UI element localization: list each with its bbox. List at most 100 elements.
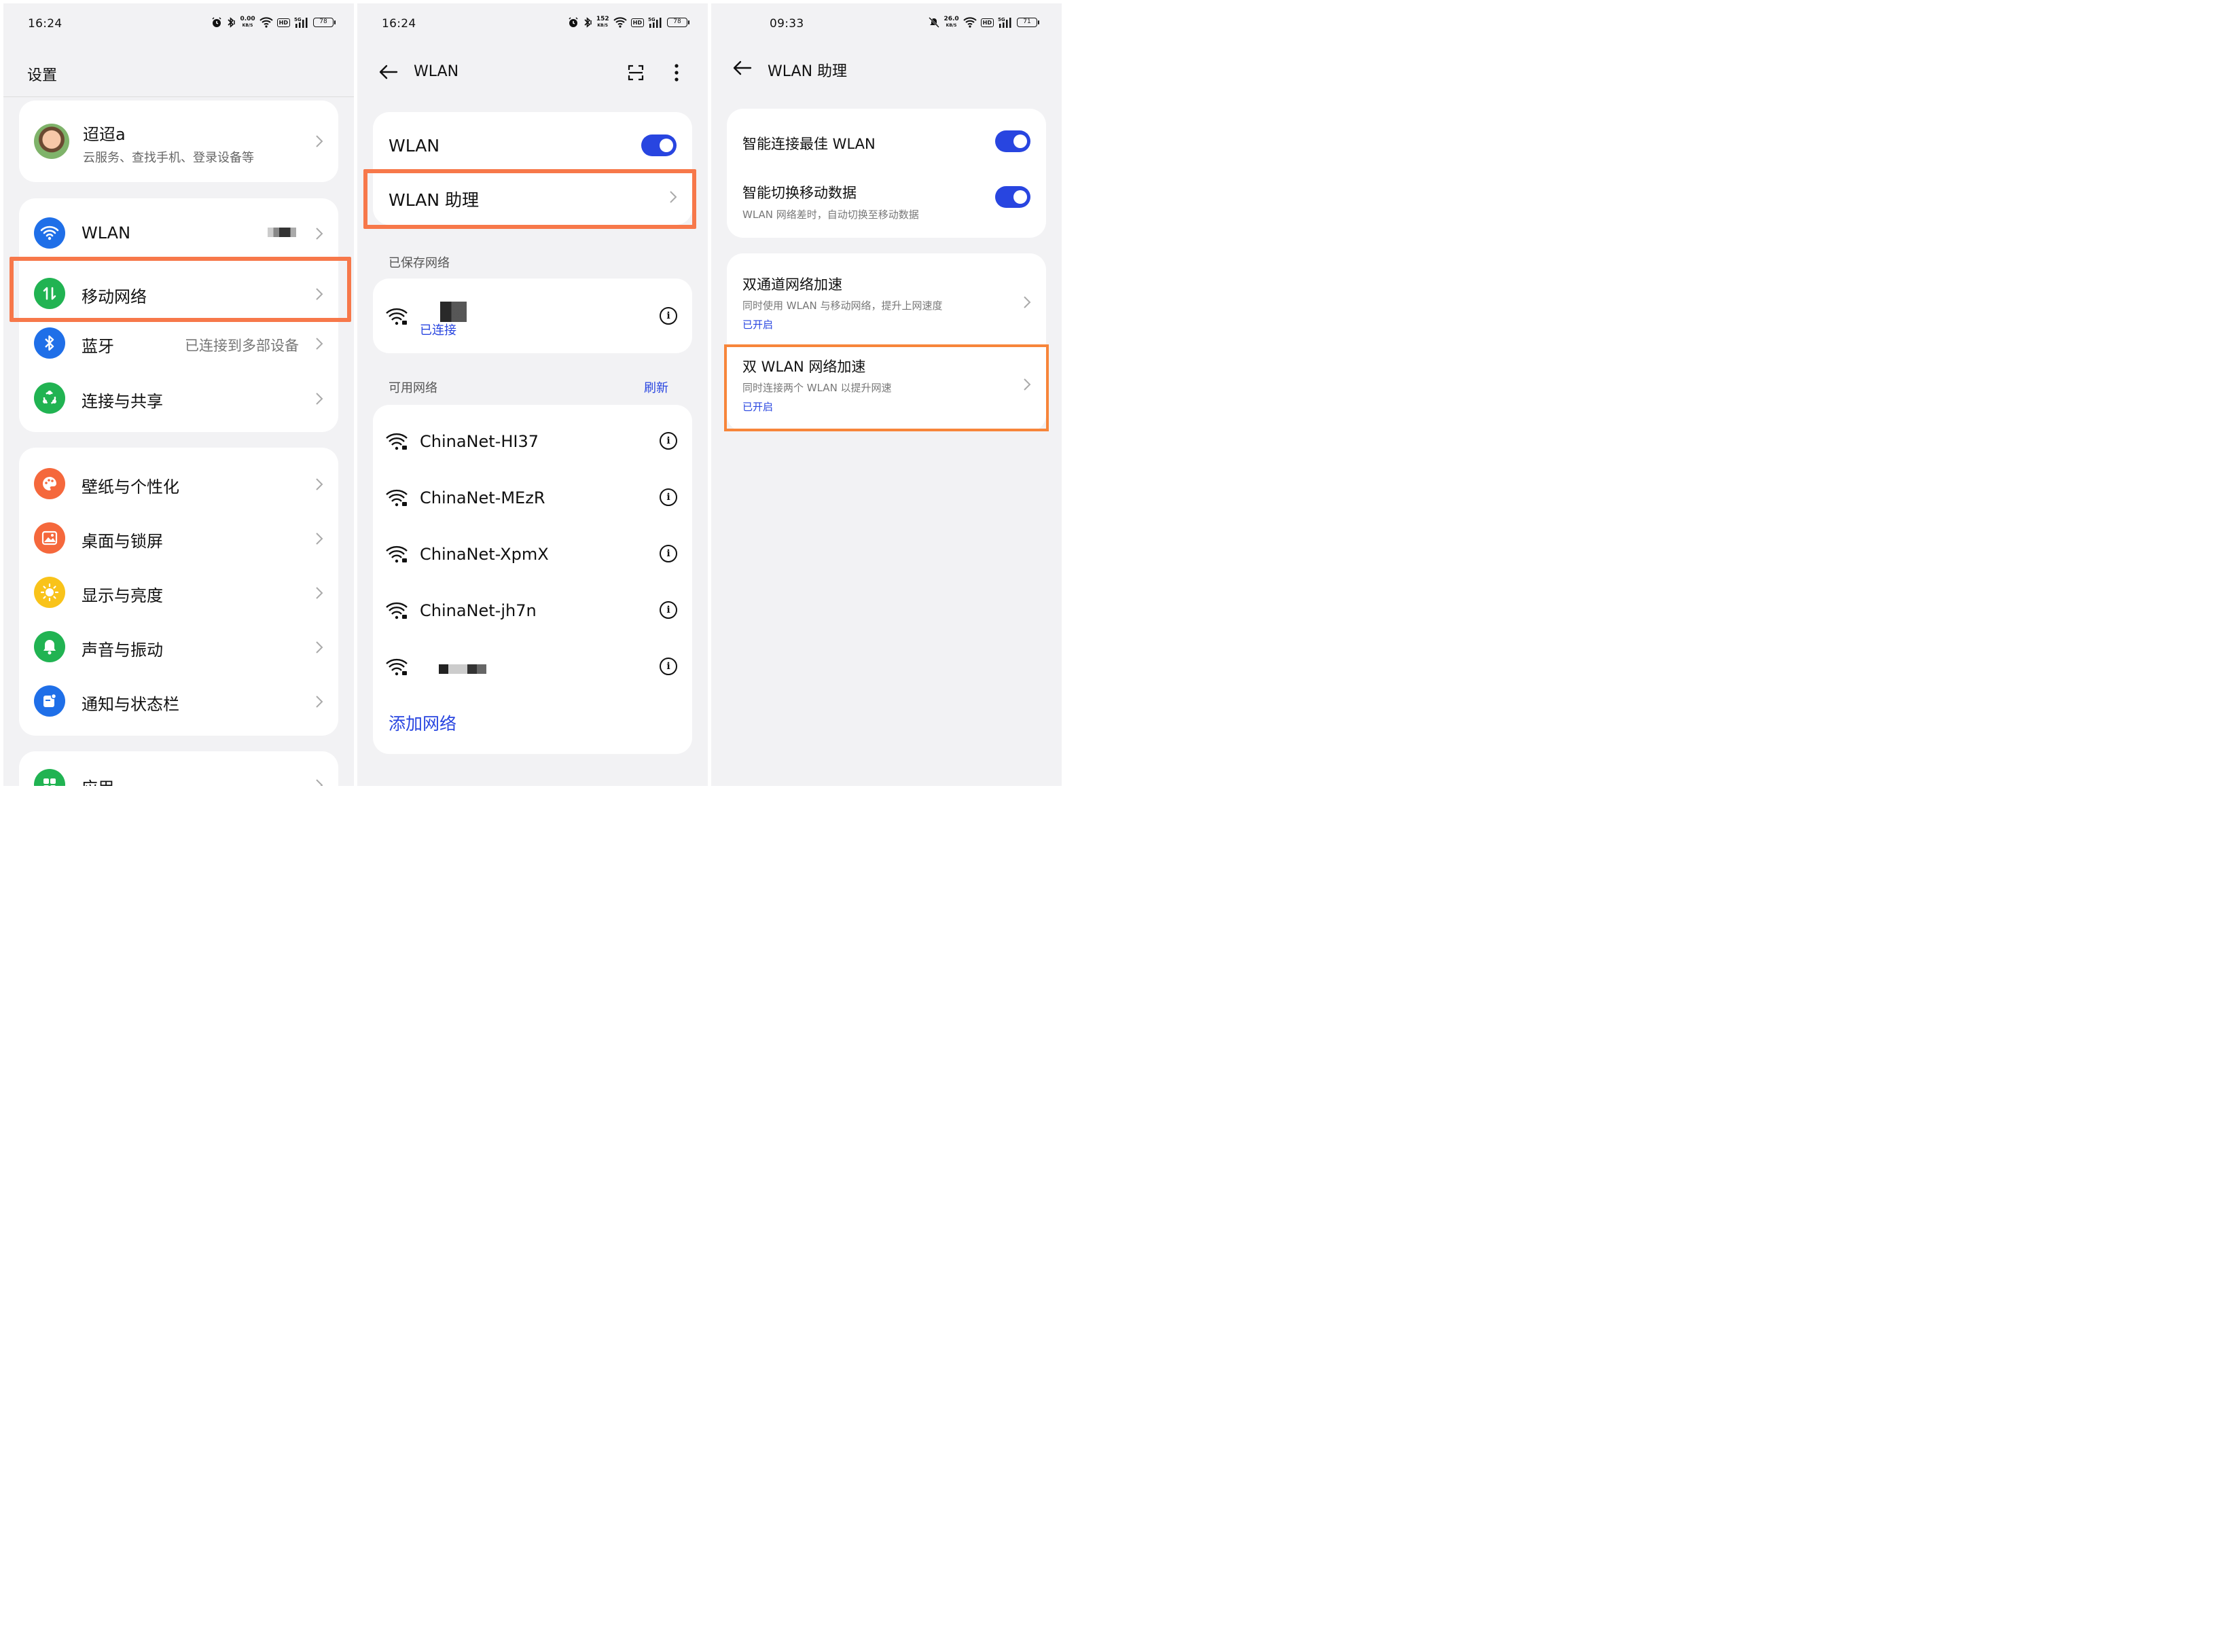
smart-switch-row[interactable]: 智能切换移动数据 WLAN 网络差时，自动切换至移动数据 [727,170,1046,238]
status-time: 16:24 [382,17,416,31]
dual-channel-row[interactable]: 双通道网络加速 同时使用 WLAN 与移动网络，提升上网速度 已开启 [727,253,1046,342]
home-lockscreen-label: 桌面与锁屏 [82,532,163,551]
palette-icon [34,468,65,499]
account-name: 迢迢a [83,125,126,144]
settings-item-notifications[interactable]: 通知与状态栏 [19,673,338,728]
back-arrow-icon[interactable] [379,65,398,79]
wifi-status-icon [613,17,627,28]
chevron-right-icon [315,778,323,786]
personalization-group: 壁纸与个性化 桌面与锁屏 显示与亮度 声音与振动 通知与状态栏 [19,448,338,736]
status-time: 09:33 [770,17,804,31]
available-networks-header: 可用网络 [389,381,437,395]
signal-icon: 5G [648,17,662,28]
info-icon[interactable]: i [660,601,677,619]
share-icon [34,382,65,414]
status-icons: 26.0 KB/S HD 5G 71 [929,16,1039,29]
saved-network-name-redacted [429,302,467,322]
available-networks-card: ChinaNet-HI37 i ChinaNet-MEzR i ChinaNet… [373,405,692,754]
title-divider [3,96,354,97]
alarm-icon [569,17,578,27]
account-subtitle: 云服务、查找手机、登录设备等 [83,151,254,165]
network-item[interactable]: i [373,640,692,696]
wifi-lock-icon [386,308,408,325]
info-icon[interactable]: i [660,307,677,325]
scan-icon[interactable] [628,65,644,81]
signal-icon: 5G [998,17,1011,28]
dual-channel-status: 已开启 [742,319,774,331]
wlan-toggle-label: WLAN [389,136,440,156]
add-network-button[interactable]: 添加网络 [389,711,456,735]
chevron-right-icon [315,337,323,351]
signal-icon: 5G [294,17,308,28]
status-icons: 0.00 KB/S HD 5G 78 [211,16,336,29]
settings-item-wallpaper[interactable]: 壁纸与个性化 [19,456,338,510]
info-icon[interactable]: i [660,658,677,675]
status-bar: 16:24 0.00 KB/S HD 5G 78 [3,3,354,44]
bluetooth-label: 蓝牙 [82,337,114,356]
refresh-button[interactable]: 刷新 [644,378,668,396]
saved-network-card[interactable]: 已连接 i [373,279,692,353]
network-speed: 26.0 KB/S [944,16,959,29]
sound-label: 声音与振动 [82,641,163,660]
smart-settings-card: 智能连接最佳 WLAN 智能切换移动数据 WLAN 网络差时，自动切换至移动数据 [727,109,1046,238]
smart-connect-label: 智能连接最佳 WLAN [742,136,876,152]
network-item[interactable]: ChinaNet-jh7n i [373,583,692,640]
connection-sharing-label: 连接与共享 [82,392,163,411]
wlan-value-redacted [268,228,296,237]
wlan-toggle[interactable] [641,134,677,156]
apps-icon [34,769,65,786]
settings-item-connection-sharing[interactable]: 连接与共享 [19,376,338,432]
smart-switch-label: 智能切换移动数据 [742,185,857,201]
settings-item-bluetooth[interactable]: 蓝牙 已连接到多部设备 [19,321,338,376]
highlight-mobile-network [10,257,351,322]
network-name: ChinaNet-jh7n [420,601,537,620]
page-title: WLAN [414,63,459,80]
notification-icon [34,685,65,717]
info-icon[interactable]: i [660,488,677,506]
bluetooth-icon [34,327,65,359]
network-item[interactable]: ChinaNet-MEzR i [373,471,692,527]
settings-item-apps[interactable]: 应用 [19,751,338,786]
hd-badge: HD [276,18,290,27]
wifi-lock-icon [386,658,408,676]
highlight-dual-wlan [724,344,1049,431]
account-card[interactable]: 迢迢a 云服务、查找手机、登录设备等 [19,101,338,182]
smart-connect-row[interactable]: 智能连接最佳 WLAN [727,109,1046,170]
chevron-right-icon [315,641,323,654]
more-options-icon[interactable] [672,63,681,82]
network-item[interactable]: ChinaNet-HI37 i [373,414,692,471]
settings-item-display[interactable]: 显示与亮度 [19,564,338,619]
smart-switch-toggle[interactable] [995,186,1030,208]
network-item[interactable]: ChinaNet-XpmX i [373,527,692,583]
chevron-right-icon [315,134,323,148]
smart-connect-toggle[interactable] [995,130,1030,152]
page-title: 设置 [27,67,58,84]
sun-icon [34,577,65,608]
bell-icon [34,631,65,662]
settings-item-sound[interactable]: 声音与振动 [19,619,338,673]
network-name: ChinaNet-MEzR [420,488,545,507]
bluetooth-status-icon [228,17,236,28]
smart-switch-subtitle: WLAN 网络差时，自动切换至移动数据 [742,209,919,221]
network-speed: 152 KB/S [596,16,609,29]
wifi-status-icon [963,17,977,28]
wifi-lock-icon [386,433,408,450]
network-name: ChinaNet-XpmX [420,545,549,564]
svg-text:5G: 5G [648,17,655,22]
chevron-right-icon [315,392,323,406]
bluetooth-status-icon [584,17,592,28]
dual-channel-title: 双通道网络加速 [742,276,842,293]
wlan-label: WLAN [82,223,131,243]
saved-networks-header: 已保存网络 [389,256,450,270]
chevron-right-icon [315,478,323,491]
back-arrow-icon[interactable] [733,60,752,75]
apps-group: 应用 [19,751,338,786]
wifi-status-icon [259,17,273,28]
battery-indicator: 78 [313,18,336,27]
wifi-lock-icon [386,489,408,507]
settings-item-home-lockscreen[interactable]: 桌面与锁屏 [19,510,338,564]
chevron-right-icon [1023,295,1031,309]
info-icon[interactable]: i [660,545,677,562]
battery-indicator: 78 [667,18,689,27]
info-icon[interactable]: i [660,432,677,450]
